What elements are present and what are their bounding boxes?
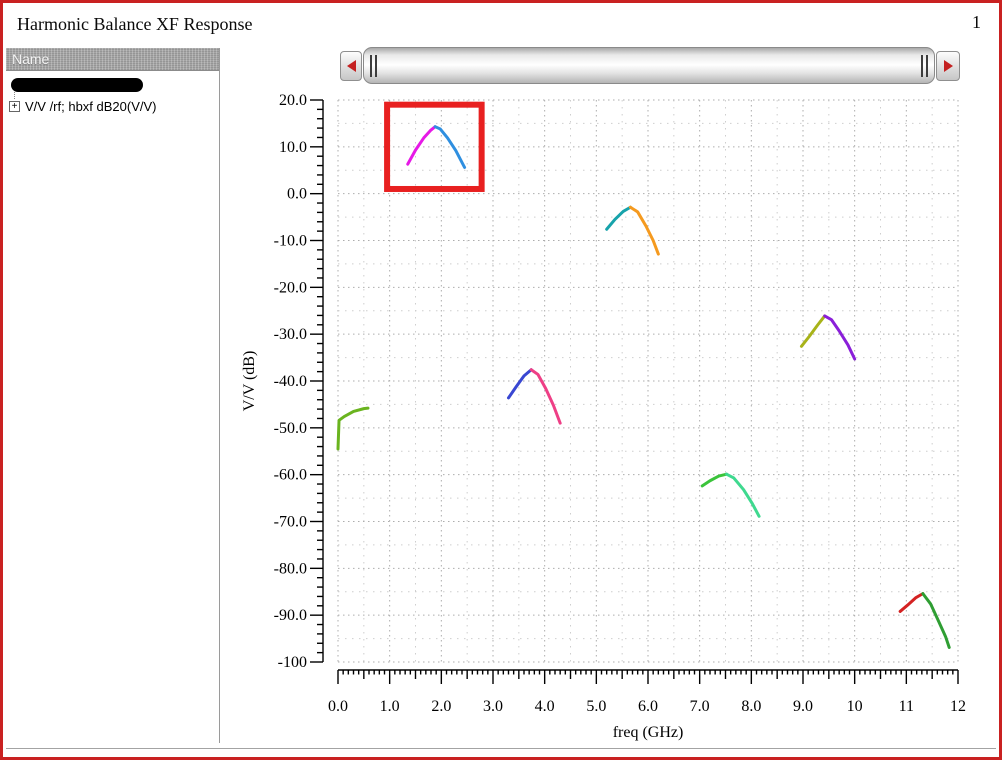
y-tick-label: -20.0 — [274, 279, 307, 296]
y-tick-label: -50.0 — [274, 420, 307, 437]
x-tick-label: 2.0 — [431, 698, 451, 715]
series-sideband-1-fall[interactable] — [433, 125, 467, 169]
y-axis-title: V/V (dB) — [241, 351, 258, 412]
series-sideband-4-fall[interactable] — [725, 472, 761, 518]
plot-canvas[interactable]: 20.0 10.0 0.0 -10.0 -20.0 -30.0 -40.0 -50.0 -60.… — [3, 3, 1002, 763]
x-tick-label: 7.0 — [690, 698, 710, 715]
x-tick-label: 1.0 — [380, 698, 400, 715]
series-sideband-6-fall[interactable] — [921, 592, 951, 649]
y-tick-label: 0.0 — [287, 186, 307, 203]
series-sideband-3-rise[interactable] — [605, 205, 632, 231]
x-tick-label: 12 — [950, 698, 966, 715]
series-group — [336, 125, 951, 649]
series-sideband-2-rise[interactable] — [507, 368, 533, 400]
y-tick-label: -10.0 — [274, 233, 307, 250]
y-tick-label: -30.0 — [274, 326, 307, 343]
x-tick-label: 10 — [847, 698, 863, 715]
waveform-window: Harmonic Balance XF Response 1 Name + V/… — [0, 0, 1002, 760]
series-sideband-4-rise[interactable] — [700, 472, 729, 488]
series-sideband-3-fall[interactable] — [628, 205, 660, 256]
y-tick-label: -100 — [278, 654, 307, 671]
x-axis-title: freq (GHz) — [613, 724, 684, 741]
grid — [337, 99, 959, 663]
axis-labels: 20.0 10.0 0.0 -10.0 -20.0 -30.0 -40.0 -50.0 -60.… — [241, 92, 966, 741]
y-tick-label: -70.0 — [274, 514, 307, 531]
series-sideband-0-rise[interactable] — [336, 406, 370, 451]
series-sideband-6-rise[interactable] — [898, 592, 925, 613]
y-tick-label: 20.0 — [279, 92, 307, 109]
series-sideband-5-rise[interactable] — [799, 314, 827, 348]
y-tick-label: -60.0 — [274, 467, 307, 484]
y-tick-label: -90.0 — [274, 607, 307, 624]
series-sideband-2-fall[interactable] — [529, 368, 562, 425]
series-sideband-1-rise[interactable] — [406, 125, 437, 166]
x-tick-label: 0.0 — [328, 698, 348, 715]
x-tick-label: 4.0 — [535, 698, 555, 715]
y-tick-label: -40.0 — [274, 373, 307, 390]
x-tick-label: 6.0 — [638, 698, 658, 715]
y-tick-label: 10.0 — [279, 139, 307, 156]
x-tick-label: 5.0 — [586, 698, 606, 715]
x-tick-label: 8.0 — [741, 698, 761, 715]
y-tick-label: -80.0 — [274, 560, 307, 577]
x-tick-label: 3.0 — [483, 698, 503, 715]
x-tick-label: 11 — [899, 698, 914, 715]
x-tick-label: 9.0 — [793, 698, 813, 715]
